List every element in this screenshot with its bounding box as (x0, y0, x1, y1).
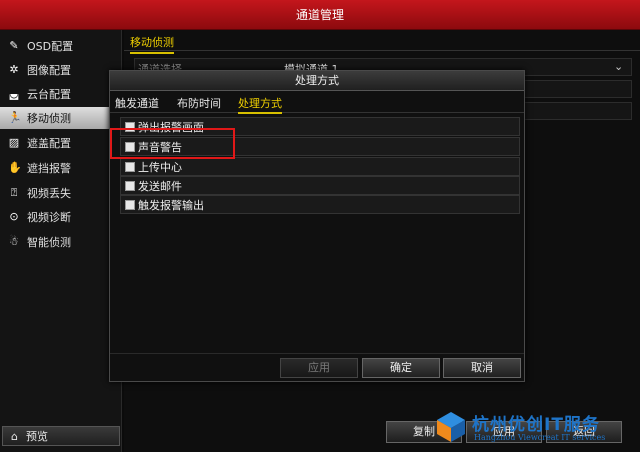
sidebar-item-label: 图像配置 (27, 64, 71, 77)
sidebar-item-label: 遮盖配置 (27, 137, 71, 150)
sidebar: ✎ OSD配置 ✲ 图像配置 ◛ 云台配置 🏃 移动侦测 ▨ 遮盖配置 ✋ 遮挡… (0, 30, 122, 452)
list-item[interactable]: 触发报警输出 (120, 195, 520, 214)
dialog-tabs: 触发通道 布防时间 处理方式 (110, 91, 524, 114)
cube-logo-icon (437, 412, 465, 442)
hand-icon: ✋ (8, 161, 22, 174)
sidebar-item-video-loss[interactable]: ⍰ 视频丢失 (0, 182, 122, 204)
sidebar-item-label: 遮挡报警 (27, 162, 71, 175)
sidebar-item-label: 云台配置 (27, 88, 71, 101)
dialog-title: 处理方式 (110, 71, 524, 91)
list-item[interactable]: 发送邮件 (120, 176, 520, 195)
watermark-text: 杭州优创IT服务 (472, 415, 600, 435)
preview-button[interactable]: ⌂ 预览 (2, 426, 120, 446)
send-email-checkbox[interactable] (125, 180, 135, 191)
home-icon: ⌂ (11, 429, 18, 443)
sidebar-item-diagnosis[interactable]: ⊙ 视频诊断 (0, 206, 122, 228)
sidebar-item-label: 视频诊断 (27, 211, 71, 224)
list-item[interactable]: 上传中心 (120, 157, 520, 176)
diagnosis-icon: ⊙ (9, 210, 19, 223)
question-icon: ⍰ (10, 186, 18, 199)
sidebar-item-label: 视频丢失 (27, 187, 71, 200)
sidebar-item-smart[interactable]: ☃ 智能侦测 (0, 231, 122, 253)
handling-dialog: 处理方式 触发通道 布防时间 处理方式 弹出报警画面 声音警告 上传中心 发送邮… (109, 70, 525, 382)
ptz-icon: ◛ (8, 87, 20, 100)
highlight-box (110, 128, 235, 159)
dialog-ok-button[interactable]: 确定 (362, 358, 440, 378)
tab-linkage-action[interactable]: 处理方式 (238, 95, 282, 114)
alarm-output-checkbox[interactable] (125, 199, 135, 210)
sidebar-item-label: 移动侦测 (27, 112, 71, 125)
sidebar-item-image[interactable]: ✲ 图像配置 (0, 59, 122, 81)
smart-person-icon: ☃ (9, 235, 19, 248)
chevron-down-icon[interactable]: ⌄ (614, 60, 623, 73)
watermark: 杭州优创IT服务 Hangzhou Viewcreat IT services (434, 408, 634, 448)
sidebar-item-label: OSD配置 (27, 40, 74, 53)
mask-icon: ▨ (8, 136, 20, 149)
sidebar-item-osd[interactable]: ✎ OSD配置 (0, 35, 122, 57)
option-label: 上传中心 (138, 160, 182, 174)
sidebar-item-mask[interactable]: ▨ 遮盖配置 (0, 132, 122, 154)
sidebar-item-label: 智能侦测 (27, 236, 71, 249)
tab-arming-schedule[interactable]: 布防时间 (177, 95, 221, 111)
sidebar-item-motion[interactable]: 🏃 移动侦测 (0, 107, 122, 129)
preview-label: 预览 (25, 430, 48, 443)
pencil-icon: ✎ (9, 39, 19, 52)
dialog-apply-button[interactable]: 应用 (280, 358, 358, 378)
option-label: 发送邮件 (138, 179, 182, 193)
sidebar-item-ptz[interactable]: ◛ 云台配置 (0, 83, 122, 105)
option-label: 触发报警输出 (138, 198, 204, 212)
tab-motion-detection[interactable]: 移动侦测 (130, 34, 174, 54)
sidebar-item-tamper[interactable]: ✋ 遮挡报警 (0, 157, 122, 179)
dialog-cancel-button[interactable]: 取消 (443, 358, 521, 378)
aperture-icon: ✲ (9, 63, 19, 76)
watermark-subtitle: Hangzhou Viewcreat IT services (474, 433, 606, 442)
notify-center-checkbox[interactable] (125, 161, 135, 172)
tab-trigger-channel[interactable]: 触发通道 (115, 95, 159, 111)
tab-divider (124, 50, 640, 51)
running-person-icon: 🏃 (8, 111, 22, 124)
window-title: 通道管理 (0, 0, 640, 30)
